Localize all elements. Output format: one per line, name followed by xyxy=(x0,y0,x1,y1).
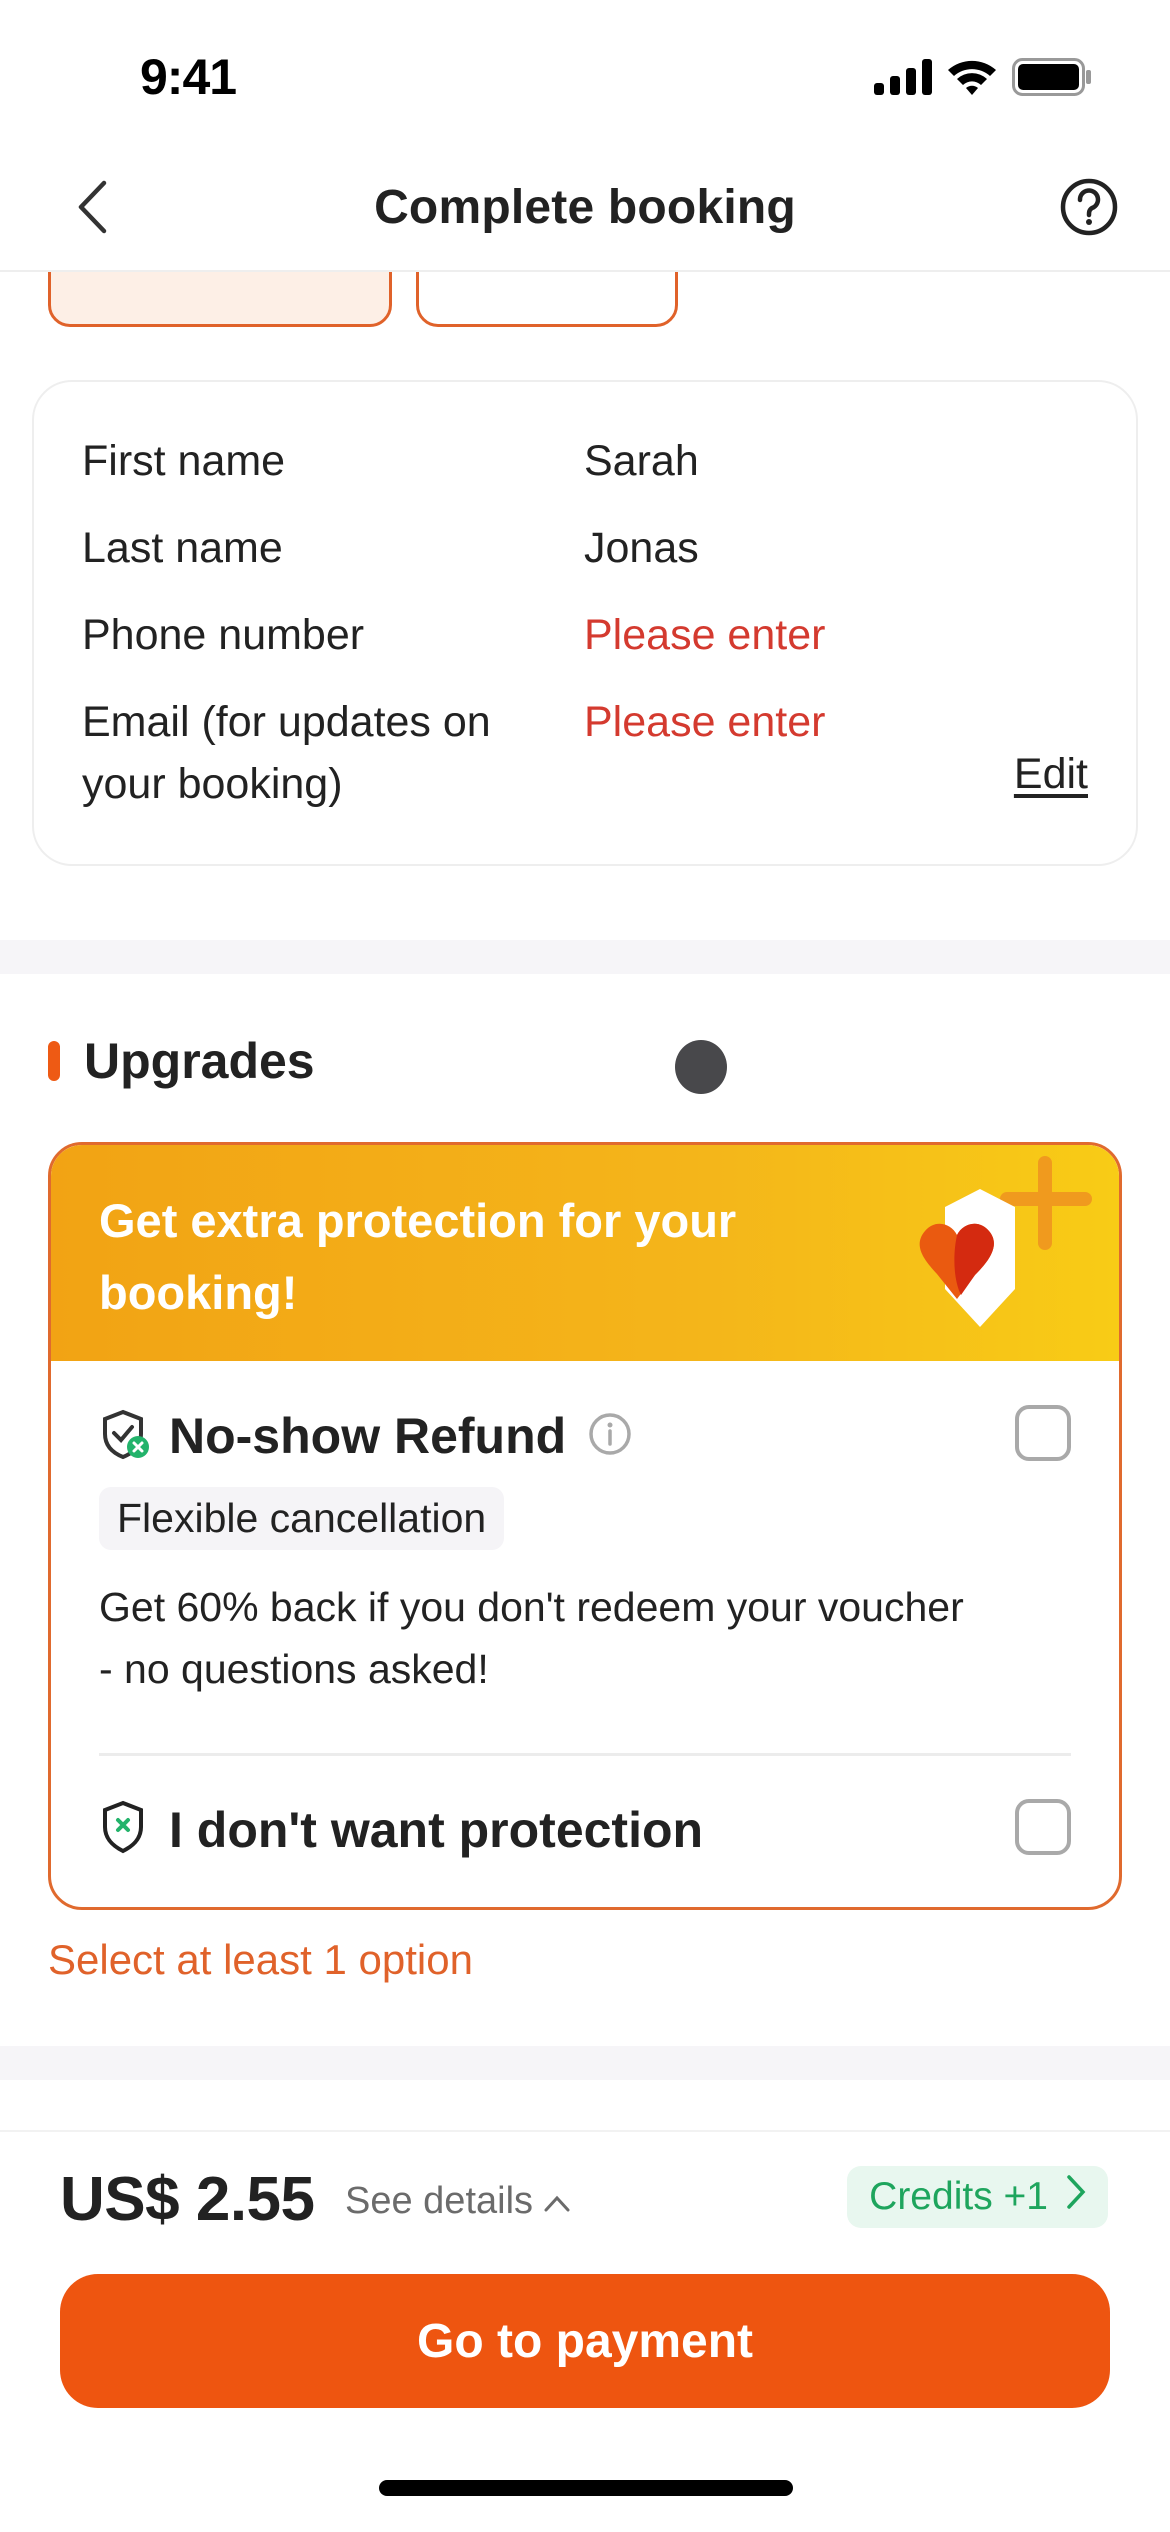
section-divider xyxy=(0,2046,1170,2080)
touch-indicator xyxy=(675,1040,727,1094)
field-row-last-name[interactable]: Last name Jonas xyxy=(82,517,1088,579)
shield-check-icon xyxy=(99,1408,151,1465)
go-to-payment-button[interactable]: Go to payment xyxy=(60,2274,1110,2408)
option-no-protection[interactable]: I don't want protection xyxy=(99,1799,1071,1860)
field-value: Jonas xyxy=(584,524,699,572)
field-value-missing: Please enter xyxy=(584,611,826,659)
info-circle-icon[interactable] xyxy=(588,1412,632,1461)
battery-icon xyxy=(1012,58,1092,101)
field-label: First name xyxy=(82,437,286,485)
help-button[interactable] xyxy=(1056,176,1122,242)
protection-banner: Get extra protection for your booking! xyxy=(51,1145,1119,1361)
field-row-email[interactable]: Email (for updates on your booking) Plea… xyxy=(82,691,1088,815)
option-divider xyxy=(99,1753,1071,1756)
field-label: Phone number xyxy=(82,611,365,659)
see-details-label: See details xyxy=(345,2180,534,2222)
field-value-missing: Please enter xyxy=(584,698,826,746)
option-description: Get 60% back if you don't redeem your vo… xyxy=(99,1584,964,1692)
credits-label: Credits +1 xyxy=(869,2175,1048,2218)
question-circle-icon xyxy=(1059,177,1119,242)
status-time: 9:41 xyxy=(140,49,237,105)
nav-bar: Complete booking xyxy=(0,150,1170,272)
field-label: Email (for updates on your booking) xyxy=(82,698,491,808)
banner-text: Get extra protection for your booking! xyxy=(99,1194,737,1319)
wifi-icon xyxy=(946,58,998,101)
upgrades-heading: Upgrades xyxy=(48,1032,315,1090)
option-title: I don't want protection xyxy=(169,1801,704,1858)
no-protection-checkbox[interactable] xyxy=(1015,1799,1071,1855)
chevron-right-icon xyxy=(1066,2174,1086,2220)
edit-contact-link[interactable]: Edit xyxy=(1014,750,1088,799)
section-divider xyxy=(0,940,1170,974)
flexible-cancellation-tag: Flexible cancellation xyxy=(99,1487,505,1550)
field-row-phone-number[interactable]: Phone number Please enter xyxy=(82,604,1088,666)
total-price: US$ 2.55 xyxy=(60,2165,315,2234)
field-row-first-name[interactable]: First name Sarah xyxy=(82,430,1088,492)
credits-button[interactable]: Credits +1 xyxy=(847,2166,1108,2228)
contact-details-card: First name Sarah Last name Jonas Phone n… xyxy=(32,380,1138,866)
no-show-refund-checkbox[interactable] xyxy=(1015,1405,1071,1461)
option-title: No-show Refund xyxy=(169,1408,567,1464)
validation-message: Select at least 1 option xyxy=(48,1936,473,1983)
shield-x-icon xyxy=(99,1799,151,1860)
status-bar: 9:41 xyxy=(0,0,1170,150)
chevron-up-icon xyxy=(543,2180,571,2223)
page-title: Complete booking xyxy=(374,181,796,234)
section-title: Upgrades xyxy=(84,1033,315,1089)
cellular-signal-icon xyxy=(874,59,932,100)
field-value: Sarah xyxy=(584,437,699,485)
home-indicator xyxy=(379,2480,793,2496)
shield-heart-illustration-icon xyxy=(875,1149,1115,1349)
heading-accent-bar xyxy=(48,1041,60,1081)
protection-options-card: Get extra protection for your booking! N… xyxy=(48,1142,1122,1910)
see-details-button[interactable]: See details xyxy=(345,2180,571,2223)
checkout-footer: US$ 2.55 See details Credits +1 Go to pa… xyxy=(0,2130,1170,2532)
field-label: Last name xyxy=(82,524,283,572)
option-no-show-refund[interactable]: No-show Refund Flexible cancellation Get… xyxy=(99,1405,1071,1700)
